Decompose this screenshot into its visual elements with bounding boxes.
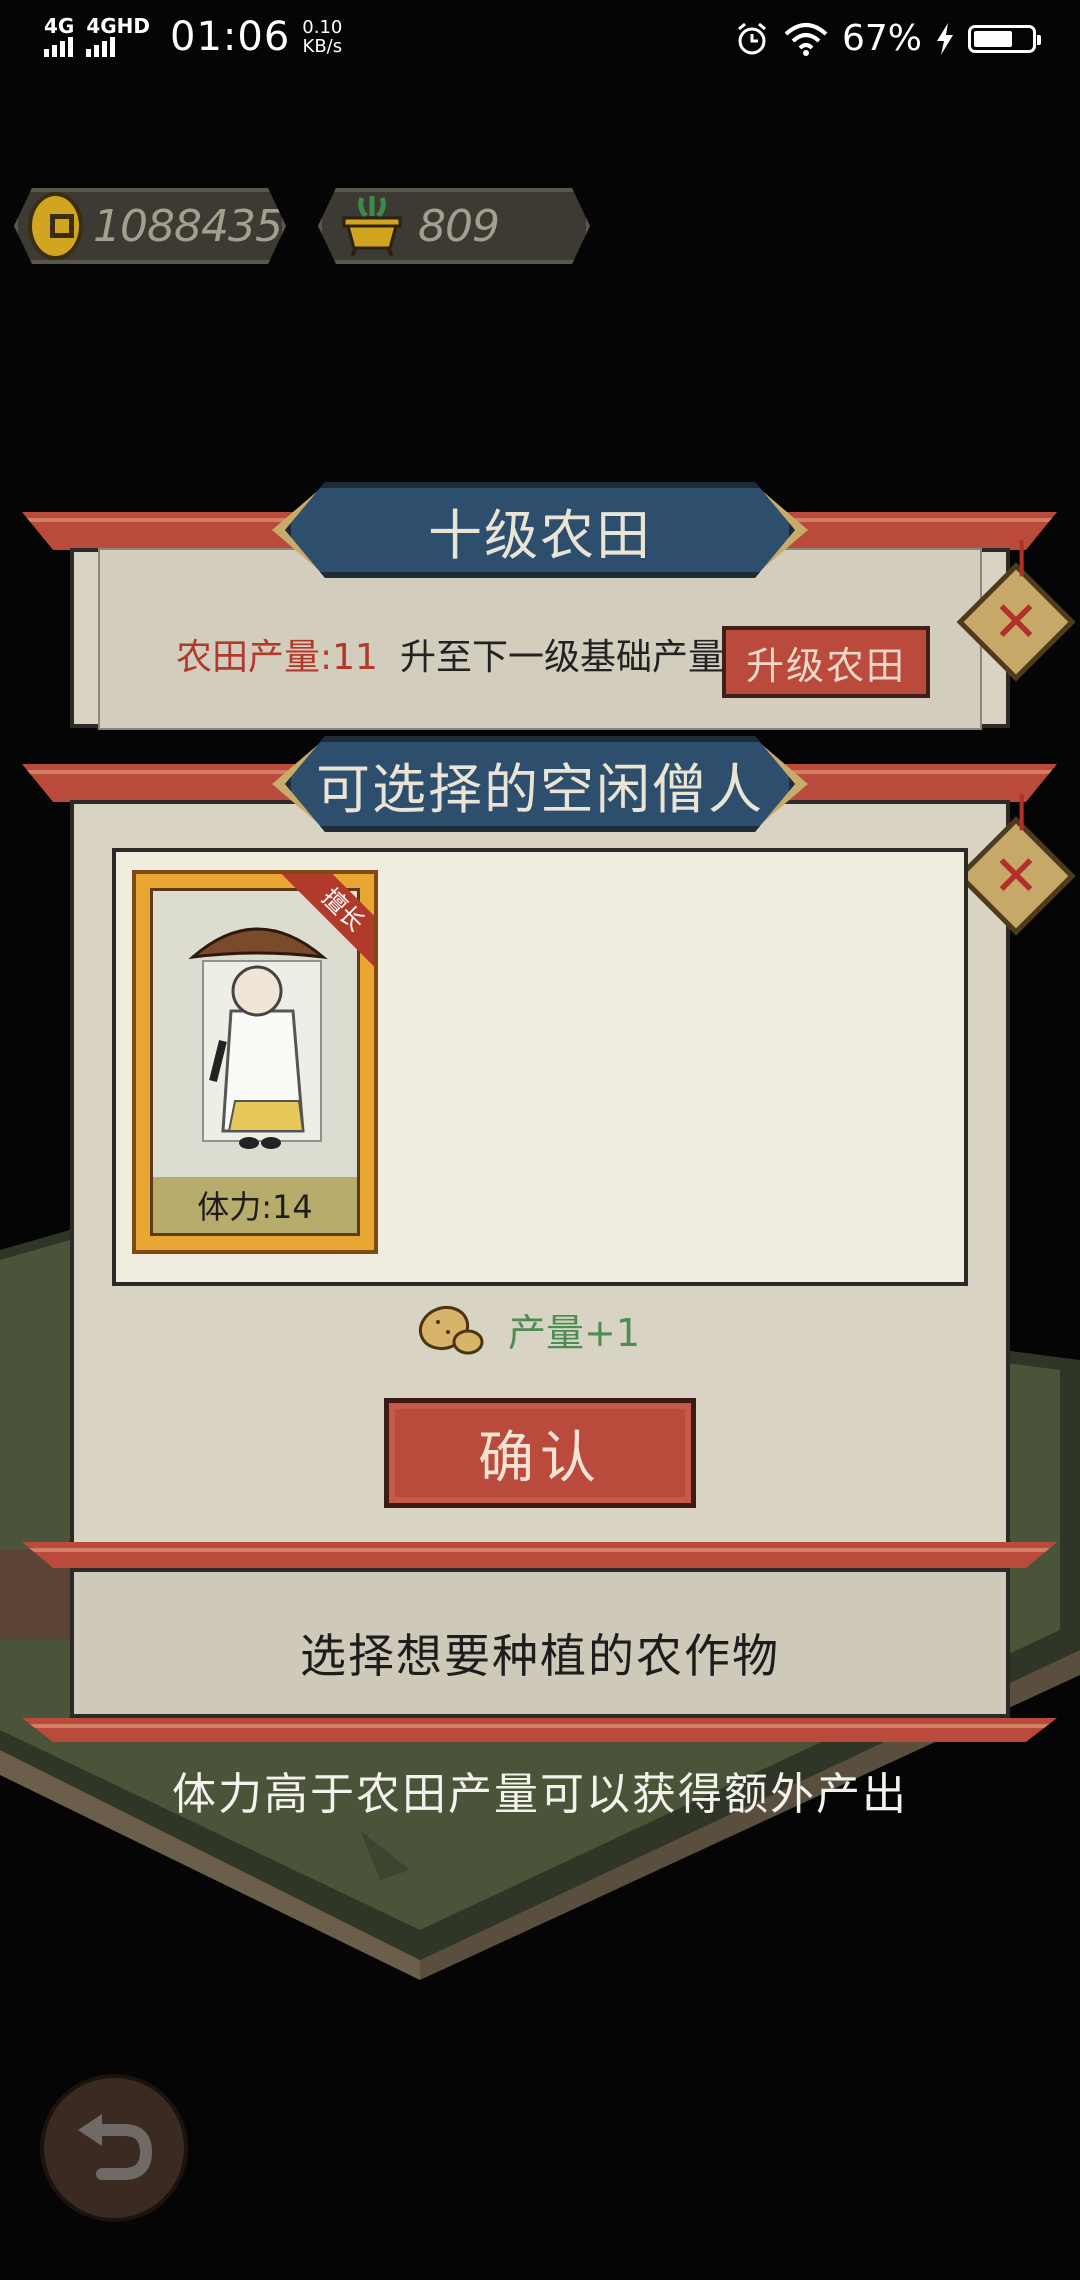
confirm-label: 确认 [478, 1425, 602, 1491]
specialty-badge: 擅长 [277, 874, 374, 976]
hanging-string-2 [1019, 794, 1024, 831]
upgrade-farm-label: 升级农田 [745, 643, 906, 688]
coin-icon [28, 192, 83, 260]
farm-output-label: 农田产量:11 [176, 637, 378, 678]
battery-icon [968, 24, 1041, 53]
back-button[interactable] [40, 2074, 188, 2222]
crop-prompt: 选择想要种植的农作物 [300, 1629, 780, 1683]
network-speed-value: 0.10 [302, 17, 343, 38]
monk-panel-title: 可选择的空闲僧人 [316, 757, 764, 821]
signal-icon-2: 4GHD [86, 14, 151, 57]
potato-icon [418, 1305, 484, 1355]
network-speed: 0.10 KB/s [302, 18, 342, 56]
next-level-text: 升至下一级基础产量+1 [399, 637, 778, 678]
coin-counter: 1088435 [14, 188, 286, 264]
monk-stamina: 体力:14 [197, 1188, 313, 1226]
confirm-button[interactable]: 确认 [384, 1398, 696, 1508]
wifi-icon [784, 22, 828, 56]
monk-stamina-band: 体力:14 [153, 1177, 357, 1233]
coin-amount: 1088435 [93, 200, 282, 252]
charging-bolt-icon [937, 22, 953, 55]
network-speed-unit: KB/s [302, 36, 343, 57]
monk-title-banner: 可选择的空闲僧人 [285, 736, 795, 832]
close-icon: ✕ [992, 843, 1040, 909]
crop-panel-top-strip [22, 1542, 1057, 1568]
network-type-2: 4GHD [86, 14, 151, 38]
monk-card[interactable]: 体力:14 擅长 [132, 870, 378, 1254]
specialty-ribbon: 擅长 [264, 874, 374, 984]
farm-title-banner: 十级农田 [285, 482, 795, 578]
yield-text: 产量+1 [508, 1310, 641, 1355]
signal-icon-1: 4G [44, 14, 75, 57]
close-icon: ✕ [992, 589, 1040, 655]
incense-burner-icon [336, 194, 408, 258]
upgrade-farm-button[interactable]: 升级农田 [722, 626, 930, 698]
alarm-icon [738, 22, 766, 54]
incense-amount: 809 [418, 200, 499, 252]
incense-counter: 809 [318, 188, 590, 264]
crop-panel-bottom-strip [22, 1718, 1057, 1742]
hint-text: 体力高于农田产量可以获得额外产出 [172, 1769, 908, 1820]
network-type-1: 4G [44, 14, 75, 38]
farm-title: 十级农田 [428, 503, 652, 567]
status-bar: 4G 4GHD 01:06 0.10 KB/s 67% [0, 0, 1080, 84]
battery-fill [974, 30, 1012, 47]
hanging-string [1019, 540, 1024, 577]
yield-bonus: 产量+1 [416, 1300, 640, 1358]
farm-output-info: 农田产量:11 升至下一级基础产量+1 [176, 628, 777, 680]
back-arrow-icon [78, 2114, 153, 2180]
battery-percent: 67% [841, 18, 922, 59]
status-time: 01:06 [170, 14, 291, 60]
